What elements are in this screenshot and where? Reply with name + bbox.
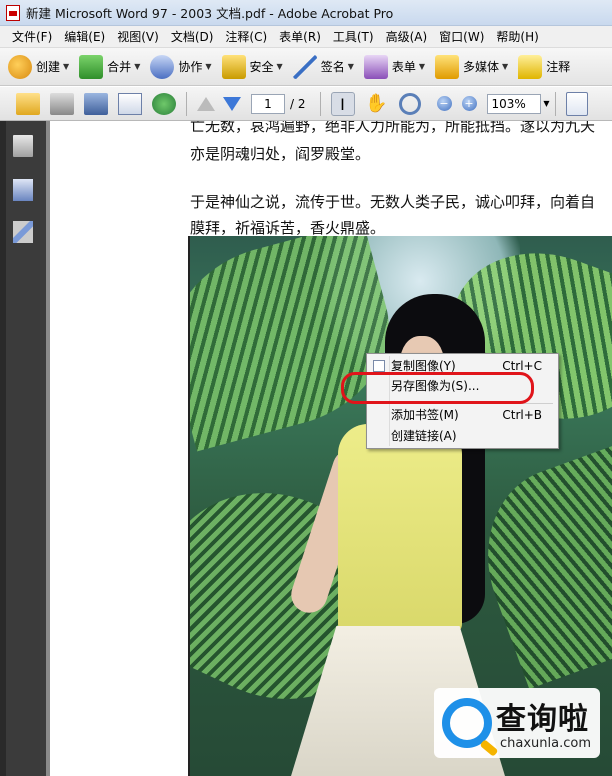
fit-page-icon[interactable] [565,91,588,116]
toolbar-divider [319,91,321,116]
menu-view[interactable]: 视图(V) [111,26,165,48]
chevron-down-icon: ▼ [276,62,283,71]
menu-window[interactable]: 窗口(W) [433,26,490,48]
merge-icon [79,54,104,79]
pen-icon [292,54,317,79]
page-number-input[interactable]: 1 [251,93,285,114]
select-tool-icon[interactable]: I [330,91,355,116]
document-text-line: 于是神仙之说，流传于世。无数人类子民，诚心叩拜，向着自 [190,193,596,211]
menu-bar: 文件(F) 编辑(E) 视图(V) 文档(D) 注释(C) 表单(R) 工具(T… [0,26,612,48]
page-total-label: / 2 [290,96,306,111]
signatures-panel-icon[interactable] [13,221,33,243]
multimedia-icon [435,54,460,79]
person-yellow-top [338,424,462,634]
menu-tools[interactable]: 工具(T) [327,26,380,48]
menu-help[interactable]: 帮助(H) [490,26,544,48]
pdf-app-icon [6,4,20,21]
menu-edit[interactable]: 编辑(E) [58,26,111,48]
collaborate-icon [150,54,175,79]
sign-button[interactable]: 签名 ▼ [292,54,354,79]
forms-button[interactable]: 表单 ▼ [363,54,426,79]
task-toolbar: 创建 ▼ 合并 ▼ 协作 ▼ 安全 ▼ 签名 ▼ 表单 ▼ 多媒体 ▼ 注释 [0,48,612,86]
watermark-logo-icon [442,698,492,748]
menu-item-create-link[interactable]: 创建链接(A) [369,426,556,446]
title-bar: 新建 Microsoft Word 97 - 2003 文档.pdf - Ado… [0,0,612,26]
zoom-out-icon[interactable]: − [436,96,452,111]
menu-file[interactable]: 文件(F) [6,26,58,48]
create-icon [8,54,32,79]
document-text-line: 亡无数，哀鸿遍野，绝非人力所能为，所能抵挡。遂以为九天 [190,121,596,135]
chevron-down-icon: ▼ [205,62,212,71]
menu-advanced[interactable]: 高级(A) [380,26,434,48]
zoom-level-select[interactable]: 103% ▼ [486,93,550,114]
window-title: 新建 Microsoft Word 97 - 2003 文档.pdf - Ado… [26,6,394,21]
document-text-line: 膜拜，祈福诉苦，香火鼎盛。 [190,219,386,237]
upload-icon[interactable] [152,92,176,115]
menu-forms[interactable]: 表单(R) [273,26,327,48]
navigation-panel [0,121,46,776]
menu-document[interactable]: 文档(D) [165,26,220,48]
lock-icon [221,54,246,79]
panel-gutter [0,121,6,776]
red-highlight-annotation [341,372,534,404]
copy-icon [373,360,385,372]
next-page-icon[interactable] [223,96,241,111]
save-icon[interactable] [84,92,108,115]
zoom-tool-icon[interactable] [398,92,421,115]
site-watermark: 查询啦 chaxunla.com [434,688,600,758]
watermark-url: chaxunla.com [500,736,591,751]
navigation-toolbar: 1 / 2 I ✋ − + 103% ▼ [0,87,612,121]
chevron-down-icon: ▼ [63,62,70,71]
toolbar-divider [554,91,556,116]
chevron-down-icon: ▼ [418,62,426,71]
chevron-down-icon: ▼ [543,98,550,108]
toolbar-divider [186,91,187,116]
document-text-line: 亦是阴魂归处，阎罗殿堂。 [190,145,371,163]
merge-button[interactable]: 合并 ▼ [79,54,141,79]
watermark-brand: 查询啦 [496,702,589,737]
print-icon[interactable] [50,92,74,115]
form-icon [363,54,388,79]
create-button[interactable]: 创建 ▼ [8,54,70,79]
email-icon[interactable] [118,92,142,115]
previous-page-icon[interactable] [197,96,215,111]
comment-button[interactable]: 注释 [518,54,570,79]
pages-panel-icon[interactable] [13,135,33,157]
menu-comments[interactable]: 注释(C) [219,26,273,48]
bookmarks-panel-icon[interactable] [13,179,33,201]
zoom-in-icon[interactable]: + [461,96,477,111]
chevron-down-icon: ▼ [347,62,354,71]
chevron-down-icon: ▼ [134,62,141,71]
multimedia-button[interactable]: 多媒体 ▼ [435,54,509,79]
secure-button[interactable]: 安全 ▼ [221,54,283,79]
hand-tool-icon[interactable]: ✋ [365,93,389,114]
open-folder-icon[interactable] [16,92,40,115]
menu-item-add-bookmark[interactable]: 添加书签(M) Ctrl+B [369,405,556,425]
chevron-down-icon: ▼ [502,62,509,71]
collaborate-button[interactable]: 协作 ▼ [150,54,212,79]
comment-icon [518,54,543,79]
